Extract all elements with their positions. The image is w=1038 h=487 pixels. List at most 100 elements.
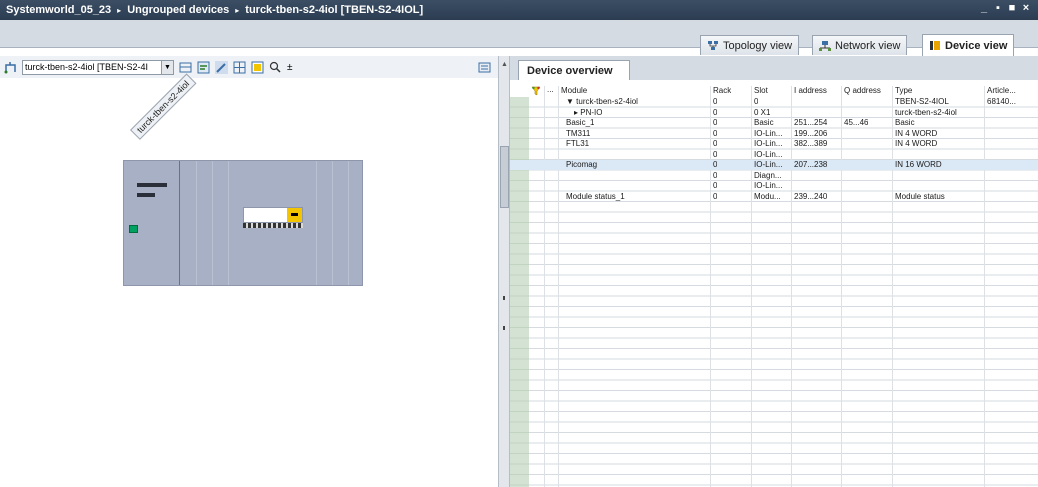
cell-type: TBEN-S2-4IOL xyxy=(895,97,949,106)
cell-module: FTL31 xyxy=(566,139,590,148)
breadcrumb-separator-icon: ▸ xyxy=(235,5,240,15)
maximize-button[interactable]: ■ xyxy=(1006,2,1018,14)
cell-slot: IO-Lin... xyxy=(754,160,783,169)
tab-device-view[interactable]: Device view xyxy=(922,34,1015,56)
slot-divider xyxy=(228,161,229,285)
cell-type: Module status xyxy=(895,191,945,201)
breadcrumb-device[interactable]: turck-tben-s2-4iol [TBEN-S2-4IOL] xyxy=(245,4,423,16)
show-labels-icon[interactable] xyxy=(197,61,210,74)
zoom-icon[interactable] xyxy=(269,61,282,74)
table-row[interactable]: Basic_1 0 Basic 251...254 45...46 Basic xyxy=(510,118,1038,128)
col-article[interactable]: Article... xyxy=(987,86,1016,95)
overview-tabs-bar: Device overview xyxy=(510,56,1038,80)
cell-i-address: 207...238 xyxy=(794,160,828,169)
col-slot[interactable]: Slot xyxy=(754,86,768,95)
cell-i-address: 199...206 xyxy=(794,128,828,138)
col-i-address[interactable]: I address xyxy=(794,86,827,95)
cell-slot: 0 xyxy=(754,97,759,106)
slot-divider xyxy=(316,161,317,285)
col-rack[interactable]: Rack xyxy=(713,86,731,95)
cell-article: 68140... xyxy=(987,97,1016,106)
cell-rack: 0 xyxy=(713,107,718,117)
cell-i-address: 239...240 xyxy=(794,191,828,201)
cell-module: ▼ turck-tben-s2-4iol xyxy=(566,97,638,106)
device-tree-icon[interactable] xyxy=(4,61,17,74)
device-icon xyxy=(930,41,940,50)
tab-topology-label: Topology view xyxy=(723,39,793,52)
device-name-label[interactable]: turck-tben-s2-4iol xyxy=(130,73,197,140)
cell-slot: 0 X1 xyxy=(754,107,771,117)
draw-icon[interactable] xyxy=(215,60,228,74)
col-type[interactable]: Type xyxy=(895,86,912,95)
table-row[interactable]: 0 IO-Lin... xyxy=(510,181,1038,191)
cell-slot: IO-Lin... xyxy=(754,149,783,159)
table-row[interactable]: TM311 0 IO-Lin... 199...206 IN 4 WORD xyxy=(510,129,1038,139)
tab-topology-view[interactable]: Topology view xyxy=(700,35,800,55)
col-ellipsis[interactable]: ... xyxy=(547,85,554,94)
tia-portal-device-view: Systemworld_05_23 ▸ Ungrouped devices ▸ … xyxy=(0,0,1038,487)
overview-navigation-icon[interactable] xyxy=(478,61,491,74)
minimize-button[interactable]: _ xyxy=(978,2,990,14)
network-icon xyxy=(819,41,831,51)
cell-module: TM311 xyxy=(566,128,591,138)
tab-device-overview[interactable]: Device overview xyxy=(518,60,630,80)
table-row[interactable]: 0 Diagn... xyxy=(510,171,1038,181)
slot-divider xyxy=(196,161,197,285)
device-head-module[interactable] xyxy=(124,161,180,285)
splitter-grip[interactable] xyxy=(503,296,505,300)
cell-slot: Diagn... xyxy=(754,170,782,180)
device-select-dropdown[interactable]: turck-tben-s2-4iol [TBEN-S2-4I ▼ xyxy=(22,59,174,75)
cell-i-address: 382...389 xyxy=(794,139,828,148)
page-break-icon[interactable] xyxy=(251,61,264,74)
table-header: ... Module Rack Slot I address Q address… xyxy=(510,85,1038,97)
grid-icon[interactable] xyxy=(233,61,246,74)
table-row[interactable]: Module status_1 0 Modu... 239...240 Modu… xyxy=(510,192,1038,202)
scrollbar-thumb[interactable] xyxy=(500,146,509,208)
device-select-value: turck-tben-s2-4iol [TBEN-S2-4I xyxy=(25,62,149,72)
slot-divider xyxy=(332,161,333,285)
cell-rack: 0 xyxy=(713,118,718,127)
slot-divider xyxy=(348,161,349,285)
device-graphic[interactable] xyxy=(123,160,363,286)
device-canvas[interactable]: turck-tben-s2-4iol xyxy=(0,73,498,487)
table-row-selected[interactable]: Picomag 0 IO-Lin... 207...238 IN 16 WORD xyxy=(510,160,1038,170)
cell-rack: 0 xyxy=(713,181,718,190)
status-bar-indicator xyxy=(137,183,167,187)
close-button[interactable]: × xyxy=(1020,2,1032,14)
cell-rack: 0 xyxy=(713,170,718,180)
module-terminal-strip xyxy=(243,223,303,228)
window-controls: _ ▪ ■ × xyxy=(978,2,1032,14)
cell-q-address: 45...46 xyxy=(844,118,869,127)
cell-type: IN 4 WORD xyxy=(895,139,938,148)
cell-module: Basic_1 xyxy=(566,118,595,127)
splitter-grip[interactable] xyxy=(503,326,505,330)
view-tabs-bar: Topology view Network view Device view xyxy=(0,20,1038,56)
table-row[interactable]: FTL31 0 IO-Lin... 382...389 IN 4 WORD xyxy=(510,139,1038,149)
breadcrumb-project[interactable]: Systemworld_05_23 xyxy=(6,4,111,16)
cell-slot: IO-Lin... xyxy=(754,181,783,190)
cell-rack: 0 xyxy=(713,149,718,159)
cell-type: IN 4 WORD xyxy=(895,128,938,138)
scroll-up-icon[interactable]: ▲ xyxy=(500,60,509,69)
cell-i-address: 251...254 xyxy=(794,118,828,127)
cell-module: Module status_1 xyxy=(566,191,625,201)
col-q-address[interactable]: Q address xyxy=(844,86,881,95)
table-row[interactable]: 0 IO-Lin... xyxy=(510,150,1038,160)
ethernet-port-icon[interactable] xyxy=(129,225,138,233)
table-row[interactable]: ▼ turck-tben-s2-4iol 0 0 TBEN-S2-4IOL 68… xyxy=(510,97,1038,107)
rack-view-icon[interactable] xyxy=(179,61,192,74)
float-button[interactable]: ▪ xyxy=(992,2,1004,14)
zoom-step-icon[interactable]: ± xyxy=(287,62,293,73)
table-row[interactable]: ▸ PN-IO 0 0 X1 turck-tben-s2-4iol xyxy=(510,108,1038,118)
breadcrumb-group[interactable]: Ungrouped devices xyxy=(127,4,229,16)
cell-module: Picomag xyxy=(566,160,598,169)
cell-rack: 0 xyxy=(713,128,718,138)
cell-type: IN 16 WORD xyxy=(895,160,942,169)
io-module-graphic[interactable] xyxy=(243,207,303,223)
breadcrumb-separator-icon: ▸ xyxy=(117,5,122,15)
tab-network-view[interactable]: Network view xyxy=(812,35,908,55)
panel-splitter[interactable]: ▲ xyxy=(498,56,510,487)
col-module[interactable]: Module xyxy=(561,86,587,95)
cell-slot: IO-Lin... xyxy=(754,128,783,138)
filter-icon[interactable] xyxy=(531,86,541,96)
